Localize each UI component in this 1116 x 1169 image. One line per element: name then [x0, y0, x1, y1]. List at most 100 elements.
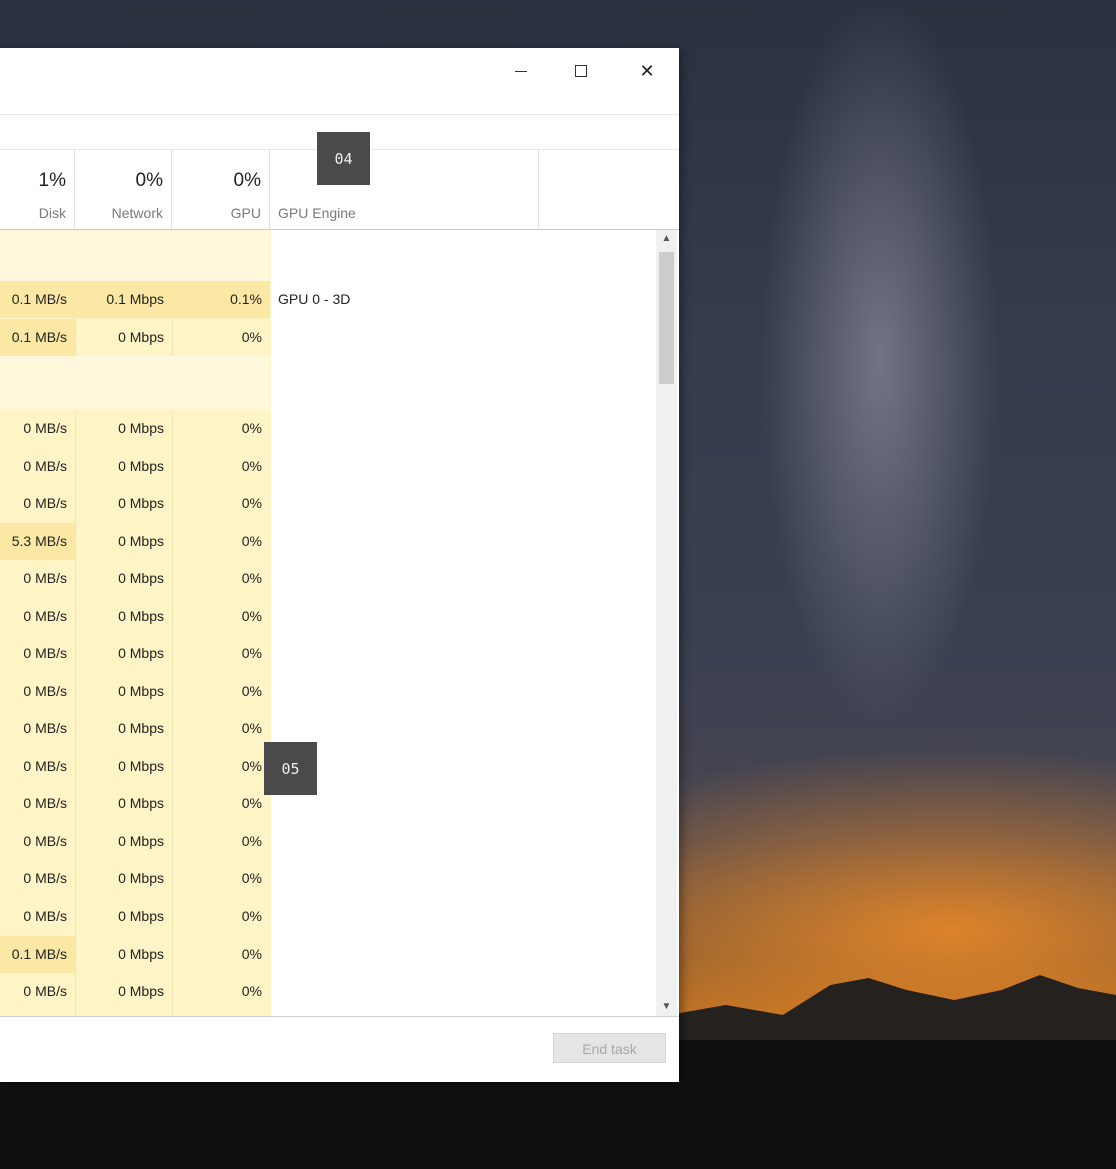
table-row[interactable]: 0.1 MB/s 0 Mbps 0%	[0, 319, 656, 356]
column-header-gpu[interactable]: 0% GPU	[172, 150, 270, 229]
gpu-engine-cell	[270, 823, 539, 860]
scroll-down-icon[interactable]: ▼	[656, 998, 677, 1016]
table-row[interactable]: 0 MB/s 0 Mbps 0%	[0, 485, 656, 522]
network-cell: 0 Mbps	[118, 329, 164, 345]
network-cell: 0 Mbps	[118, 983, 164, 999]
callout-05: 05	[264, 742, 317, 795]
gpu-engine-label: GPU Engine	[278, 205, 356, 221]
footer: End task	[0, 1016, 679, 1082]
table-row[interactable]: 0.1 MB/s 0 Mbps 0%	[0, 936, 656, 973]
disk-cell: 0 MB/s	[23, 870, 67, 886]
disk-cell: 0 MB/s	[23, 908, 67, 924]
network-cell: 0.1 Mbps	[75, 281, 172, 318]
table-row[interactable]: 0 MB/s 0 Mbps 0%	[0, 748, 656, 785]
minimize-button[interactable]	[498, 56, 544, 86]
gpu-engine-cell	[270, 448, 539, 485]
network-cell: 0 Mbps	[118, 946, 164, 962]
close-button[interactable]: ✕	[624, 56, 670, 86]
gpu-engine-cell	[270, 673, 539, 710]
table-row[interactable]: 0 MB/s 0 Mbps 0%	[0, 448, 656, 485]
maximize-button[interactable]	[558, 56, 604, 86]
disk-cell: 0 MB/s	[23, 645, 67, 661]
disk-cell: 0.1 MB/s	[0, 281, 75, 318]
disk-cell: 0 MB/s	[23, 608, 67, 624]
network-label: Network	[111, 205, 163, 221]
column-header-disk[interactable]: 1% Disk	[0, 150, 75, 229]
gpu-engine-cell	[270, 319, 539, 356]
disk-label: Disk	[38, 205, 66, 221]
gpu-engine-cell	[270, 560, 539, 597]
disk-cell: 0 MB/s	[23, 833, 67, 849]
maximize-icon	[575, 65, 587, 77]
end-task-button[interactable]: End task	[553, 1033, 666, 1063]
disk-cell: 0 MB/s	[23, 720, 67, 736]
disk-cell: 0.1 MB/s	[0, 319, 75, 356]
table-row[interactable]: 0 MB/s 0 Mbps 0%	[0, 785, 656, 822]
gpu-engine-cell	[270, 523, 539, 560]
gpu-cell: 0%	[241, 495, 262, 511]
network-cell: 0 Mbps	[118, 495, 164, 511]
gpu-cell: 0%	[241, 758, 262, 774]
table-row[interactable]: 0 MB/s 0 Mbps 0%	[0, 860, 656, 897]
table-row[interactable]: 0 MB/s 0 Mbps 0%	[0, 710, 656, 747]
gpu-engine-cell	[270, 860, 539, 897]
gpu-cell: 0%	[241, 420, 262, 436]
disk-cell	[0, 230, 75, 281]
title-bar: ✕	[0, 48, 679, 92]
network-cell: 0 Mbps	[118, 683, 164, 699]
group-header-row[interactable]	[0, 356, 656, 410]
callout-04: 04	[317, 132, 370, 185]
table-row[interactable]: 0 MB/s 0 Mbps 0%	[0, 898, 656, 935]
table-row[interactable]: 0 MB/s 0 Mbps 0%	[0, 598, 656, 635]
table-row[interactable]: 0.1 MB/s 0.1 Mbps 0.1% GPU 0 - 3D	[0, 281, 656, 318]
table-row[interactable]: 5.3 MB/s 0 Mbps 0%	[0, 523, 656, 560]
disk-cell: 0 MB/s	[23, 983, 67, 999]
gpu-cell	[172, 356, 270, 410]
table-row[interactable]: 0 MB/s 0 Mbps 0%	[0, 635, 656, 672]
network-cell: 0 Mbps	[118, 458, 164, 474]
scroll-thumb[interactable]	[659, 252, 674, 384]
minimize-icon	[515, 70, 527, 72]
column-header-network[interactable]: 0% Network	[75, 150, 172, 229]
network-cell: 0 Mbps	[118, 608, 164, 624]
network-cell: 0 Mbps	[118, 570, 164, 586]
gpu-cell: 0%	[241, 608, 262, 624]
disk-cell: 0 MB/s	[23, 758, 67, 774]
table-row[interactable]: 0 MB/s 0 Mbps 0%	[0, 673, 656, 710]
gpu-cell: 0%	[241, 683, 262, 699]
disk-cell: 5.3 MB/s	[0, 523, 75, 560]
gpu-cell: 0%	[241, 570, 262, 586]
table-row[interactable]: 0 MB/s 0 Mbps 0%	[0, 973, 656, 1010]
gpu-cell: 0%	[241, 458, 262, 474]
gpu-label: GPU	[230, 205, 261, 221]
network-cell: 0 Mbps	[118, 645, 164, 661]
network-cell: 0 Mbps	[118, 795, 164, 811]
gpu-engine-cell	[270, 598, 539, 635]
close-icon: ✕	[639, 60, 655, 81]
network-cell: 0 Mbps	[118, 833, 164, 849]
gpu-engine-cell	[270, 635, 539, 672]
group-header-row[interactable]	[0, 230, 656, 281]
table-row[interactable]: 0 MB/s 0 Mbps 0%	[0, 823, 656, 860]
gpu-cell: 0.1%	[172, 281, 270, 318]
disk-cell: 0 MB/s	[23, 570, 67, 586]
gpu-cell: 0%	[241, 870, 262, 886]
gpu-engine-cell	[270, 973, 539, 1010]
column-header-gpu-engine[interactable]: GPU Engine	[270, 150, 539, 229]
table-row[interactable]: 0 MB/s 0 Mbps 0%	[0, 410, 656, 447]
vertical-scrollbar[interactable]: ▲ ▼	[656, 230, 677, 1016]
gpu-cell: 0%	[241, 795, 262, 811]
table-row[interactable]: 0 MB/s 0 Mbps 0%	[0, 560, 656, 597]
gpu-engine-cell	[270, 936, 539, 973]
scroll-up-icon[interactable]: ▲	[656, 230, 677, 248]
gpu-cell: 0%	[241, 946, 262, 962]
gpu-cell: 0%	[241, 833, 262, 849]
gpu-cell: 0%	[241, 720, 262, 736]
gpu-cell: 0%	[241, 645, 262, 661]
network-cell: 0 Mbps	[118, 870, 164, 886]
gpu-engine-cell	[270, 410, 539, 447]
disk-cell	[0, 356, 75, 410]
gpu-percent: 0%	[233, 170, 261, 191]
gpu-cell: 0%	[241, 533, 262, 549]
disk-cell: 0 MB/s	[23, 458, 67, 474]
